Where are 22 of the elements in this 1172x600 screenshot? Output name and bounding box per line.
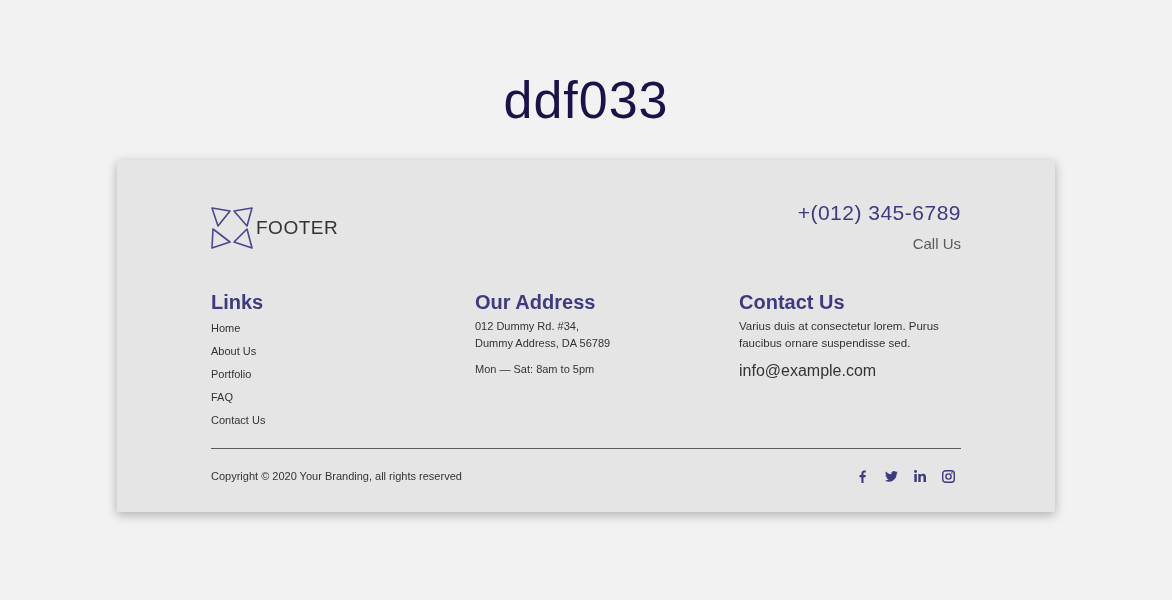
footer-link[interactable]: Portfolio <box>211 367 252 381</box>
copyright-text: Copyright © 2020 Your Branding, all rights reserved <box>211 469 462 483</box>
address-line: 012 Dummy Rd. #34, <box>475 319 579 334</box>
linkedin-icon[interactable] <box>914 470 926 482</box>
call-us-caption: Call Us <box>912 235 961 253</box>
address-line: Dummy Address, DA 56789 <box>475 336 611 351</box>
footer-link[interactable]: Contact Us <box>211 413 266 427</box>
brand-name: FOOTER <box>256 217 339 239</box>
instagram-icon[interactable] <box>942 469 955 483</box>
phone-link[interactable]: +(012) 345-6789 <box>797 200 961 226</box>
email-link[interactable]: info@example.com <box>739 361 877 380</box>
page-title: ddf033 <box>503 70 669 130</box>
footer-link[interactable]: FAQ <box>211 390 233 404</box>
triangles-logo-icon <box>211 207 253 249</box>
column-heading: Our Address <box>475 290 596 314</box>
footer-link[interactable]: About Us <box>211 344 257 358</box>
column-heading: Contact Us <box>739 290 845 314</box>
twitter-icon[interactable] <box>885 470 898 482</box>
contact-description: Varius duis at consectetur lorem. Purus faucibus ornare suspendisse sed. <box>739 319 940 351</box>
column-heading: Links <box>211 290 264 314</box>
footer-link[interactable]: Home <box>211 321 241 335</box>
opening-hours: Mon — Sat: 8am to 5pm <box>475 362 595 376</box>
